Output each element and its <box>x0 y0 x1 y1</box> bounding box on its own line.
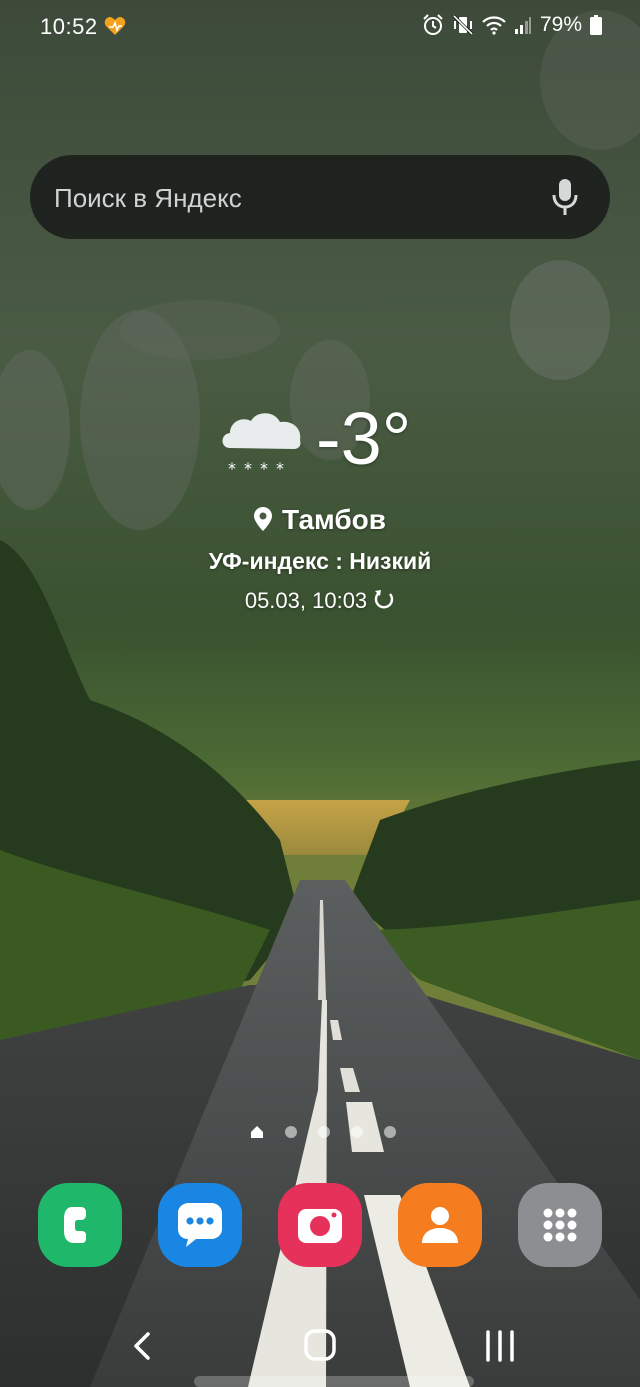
yandex-search-bar[interactable] <box>30 155 610 241</box>
location-pin-icon <box>254 507 273 531</box>
svg-text:*: * <box>228 459 236 478</box>
svg-text:*: * <box>244 459 252 478</box>
back-icon[interactable] <box>110 1318 170 1374</box>
messages-icon <box>178 1203 222 1247</box>
heart-sync-icon <box>104 17 126 35</box>
svg-text:*: * <box>276 459 284 478</box>
refresh-icon[interactable] <box>373 589 395 611</box>
signal-icon <box>514 17 531 34</box>
status-icons: 79% <box>422 13 602 37</box>
apps-icon <box>543 1208 577 1242</box>
contacts-icon <box>422 1207 458 1243</box>
temperature[interactable]: -3° <box>316 402 411 476</box>
phone-app[interactable] <box>38 1183 122 1267</box>
search-input[interactable] <box>52 155 536 241</box>
messages-app[interactable] <box>158 1183 242 1267</box>
battery-icon <box>590 15 602 35</box>
apps-drawer[interactable] <box>518 1183 602 1267</box>
app-dock <box>38 1183 602 1269</box>
page-dot[interactable] <box>351 1126 363 1138</box>
phone-icon <box>64 1207 86 1243</box>
home-icon[interactable] <box>290 1318 350 1374</box>
page-indicator[interactable] <box>250 1125 396 1139</box>
recents-icon[interactable] <box>470 1318 530 1374</box>
home-page-indicator-icon[interactable] <box>250 1125 264 1139</box>
page-dot[interactable] <box>318 1126 330 1138</box>
wifi-icon <box>482 16 506 35</box>
gesture-handle <box>194 1376 474 1387</box>
weather-location[interactable]: Тамбов <box>0 504 640 536</box>
page-dot[interactable] <box>384 1126 396 1138</box>
camera-app[interactable] <box>278 1183 362 1267</box>
uv-index: УФ-индекс : Низкий <box>208 548 432 574</box>
weather-updated[interactable]: 05.03, 10:03 <box>0 588 640 614</box>
alarm-icon <box>423 14 443 35</box>
status-bar: 10:52 79% <box>0 0 640 54</box>
mic-icon[interactable] <box>550 177 580 217</box>
updated-time: 05.03, 10:03 <box>244 588 368 613</box>
vibrate-mute-icon <box>452 14 474 36</box>
snow-cloud-icon[interactable]: * * * * <box>218 408 304 480</box>
battery-percent: 79% <box>539 13 582 36</box>
location-name: Тамбов <box>282 504 386 535</box>
camera-icon <box>298 1209 342 1243</box>
svg-text:*: * <box>260 459 268 478</box>
page-dot[interactable] <box>285 1126 297 1138</box>
contacts-app[interactable] <box>398 1183 482 1267</box>
status-time: 10:52 <box>40 14 98 39</box>
